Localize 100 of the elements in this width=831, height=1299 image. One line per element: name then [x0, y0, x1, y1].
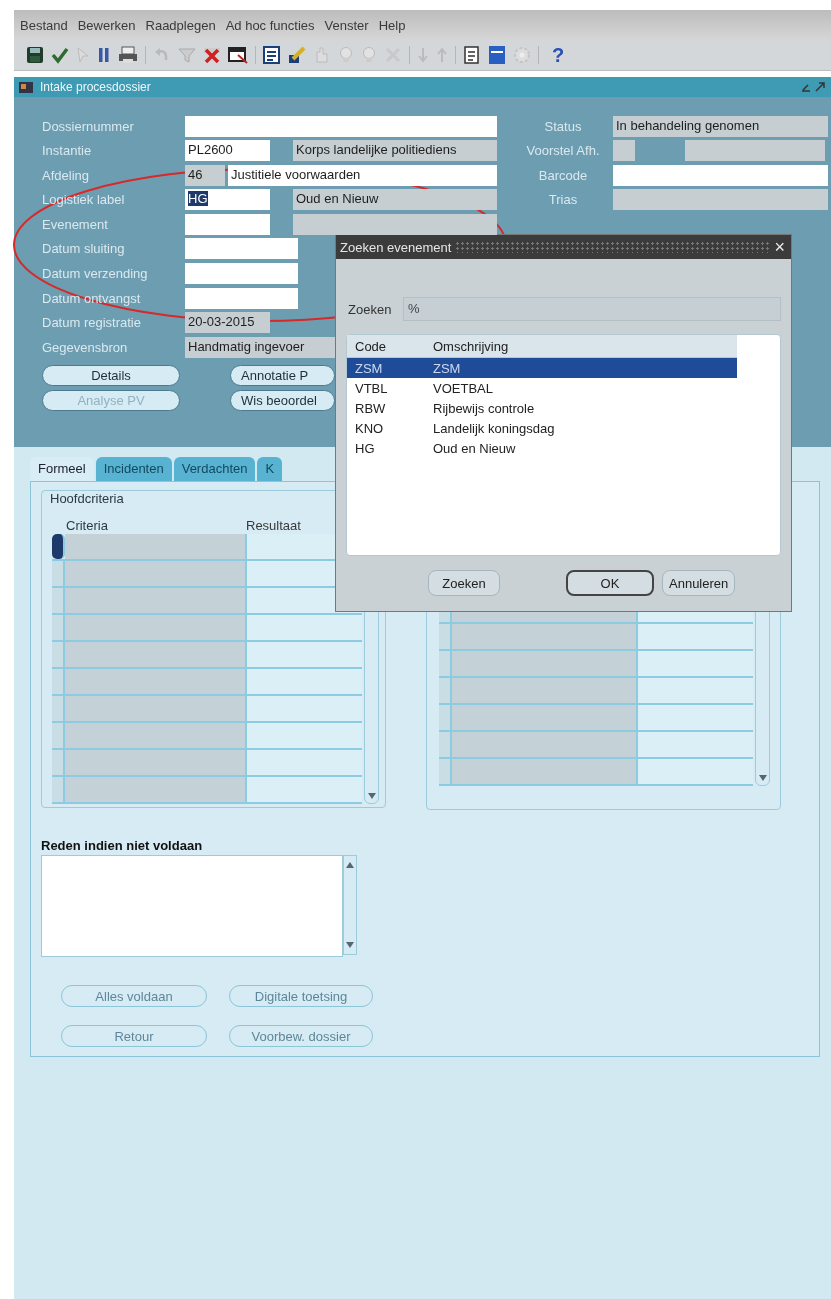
input-field[interactable]	[638, 732, 753, 757]
scroll-up-icon[interactable]	[346, 862, 354, 868]
input-field[interactable]	[638, 759, 753, 784]
gear-icon[interactable]	[513, 46, 531, 64]
list-row[interactable]: KNO Landelijk koningsdag	[347, 418, 737, 438]
result-field[interactable]	[247, 696, 362, 721]
scrollbar[interactable]	[343, 855, 357, 955]
result-field[interactable]	[247, 669, 362, 694]
input-field[interactable]: Korps landelijke politiediens	[293, 140, 497, 162]
input-field[interactable]	[293, 213, 497, 235]
input-field[interactable]: PL2600	[185, 140, 270, 162]
menu-item[interactable]: Bewerken	[77, 17, 136, 33]
result-field[interactable]	[247, 777, 362, 802]
window-icon[interactable]	[228, 46, 248, 64]
input-field[interactable]	[185, 213, 270, 235]
bulb-icon[interactable]	[338, 46, 354, 64]
result-field[interactable]	[247, 615, 362, 640]
input-field[interactable]: Oud en Nieuw	[293, 189, 497, 211]
input-field[interactable]	[185, 263, 298, 285]
dialog-button[interactable]: OK	[566, 570, 654, 596]
criteria-field[interactable]	[65, 696, 247, 721]
maximize-icon[interactable]	[815, 82, 825, 92]
input-field[interactable]	[452, 759, 638, 784]
menu-item[interactable]: Ad hoc functies	[225, 17, 315, 33]
list-row[interactable]: RBW Rijbewijs controle	[347, 398, 737, 418]
input-field[interactable]: Handmatig ingevoer	[185, 336, 335, 358]
scroll-down-icon[interactable]	[346, 942, 354, 948]
checkmark-icon[interactable]	[51, 46, 69, 64]
scroll-down-icon[interactable]	[758, 775, 767, 781]
input-field[interactable]	[452, 624, 638, 649]
list-row[interactable]: ZSM ZSM	[347, 358, 737, 378]
menu-item[interactable]: Bestand	[20, 17, 68, 33]
cursor-icon[interactable]	[76, 46, 90, 64]
input-field[interactable]: 46	[185, 164, 225, 186]
close-icon[interactable]: ×	[774, 238, 785, 256]
scroll-down-icon[interactable]	[367, 793, 376, 799]
input-field[interactable]	[685, 140, 825, 162]
column-header: Code	[354, 338, 388, 354]
input-field[interactable]	[638, 651, 753, 676]
input-field[interactable]	[185, 238, 298, 260]
input-field[interactable]: In behandeling genomen	[613, 115, 828, 137]
search-label: Zoeken	[347, 301, 393, 317]
input-field[interactable]	[613, 189, 828, 211]
tab[interactable]: Formeel	[30, 457, 94, 481]
criteria-field[interactable]	[65, 669, 247, 694]
input-field[interactable]	[452, 705, 638, 730]
record-indicator[interactable]	[52, 534, 65, 559]
list-row[interactable]: VTBL VOETBAL	[347, 378, 737, 398]
printer-icon[interactable]	[118, 46, 138, 64]
box-icon[interactable]	[488, 45, 506, 65]
list-row[interactable]: HG Oud en Nieuw	[347, 438, 737, 458]
minimize-icon[interactable]	[801, 82, 811, 92]
dialog-button[interactable]: Annuleren	[662, 570, 736, 596]
result-field[interactable]	[247, 750, 362, 775]
input-field[interactable]: HG	[185, 189, 270, 211]
pencil-icon[interactable]	[288, 46, 306, 64]
form-button[interactable]: Annotatie P	[230, 364, 335, 386]
criteria-field[interactable]	[65, 750, 247, 775]
input-field[interactable]	[452, 651, 638, 676]
input-field[interactable]: Justitiele voorwaarden	[228, 164, 497, 186]
input-field[interactable]: 20-03-2015	[185, 312, 270, 334]
input-field[interactable]	[613, 140, 635, 162]
criteria-field[interactable]	[65, 534, 247, 559]
menu-item[interactable]: Raadplegen	[145, 17, 216, 33]
tab[interactable]: Verdachten	[173, 457, 256, 481]
menu-item[interactable]: Venster	[324, 17, 369, 33]
result-field[interactable]	[247, 642, 362, 667]
bulb-icon[interactable]	[361, 46, 377, 64]
search-field[interactable]: %	[403, 297, 781, 321]
arrow-down-icon[interactable]	[417, 46, 429, 64]
form-icon[interactable]	[263, 46, 281, 64]
criteria-field[interactable]	[65, 561, 247, 586]
pause-icon[interactable]	[97, 46, 111, 64]
hand-icon[interactable]	[313, 46, 331, 64]
criteria-field[interactable]	[65, 615, 247, 640]
filter-icon[interactable]	[178, 46, 196, 64]
dialog-button[interactable]: Zoeken	[428, 570, 500, 596]
input-field[interactable]	[452, 732, 638, 757]
input-field[interactable]	[638, 705, 753, 730]
arrow-up-icon[interactable]	[436, 46, 448, 64]
help-icon[interactable]: ?	[552, 45, 565, 65]
input-field[interactable]	[185, 287, 298, 309]
input-field[interactable]	[185, 115, 497, 137]
form-button[interactable]: Wis beoordel	[230, 389, 335, 411]
tab[interactable]: K	[257, 457, 283, 481]
form-button[interactable]: Details	[42, 364, 180, 386]
save-icon[interactable]	[26, 46, 44, 64]
document-icon[interactable]	[463, 46, 481, 64]
menu-item[interactable]: Help	[378, 17, 406, 33]
input-field[interactable]	[452, 678, 638, 703]
input-field[interactable]	[613, 164, 828, 186]
criteria-field[interactable]	[65, 642, 247, 667]
result-field[interactable]	[247, 723, 362, 748]
criteria-field[interactable]	[65, 588, 247, 613]
tab[interactable]: Incidenten	[95, 457, 172, 481]
criteria-field[interactable]	[65, 723, 247, 748]
input-field[interactable]	[638, 678, 753, 703]
criteria-field[interactable]	[65, 777, 247, 802]
input-field[interactable]	[638, 624, 753, 649]
delete-icon[interactable]	[203, 46, 221, 64]
